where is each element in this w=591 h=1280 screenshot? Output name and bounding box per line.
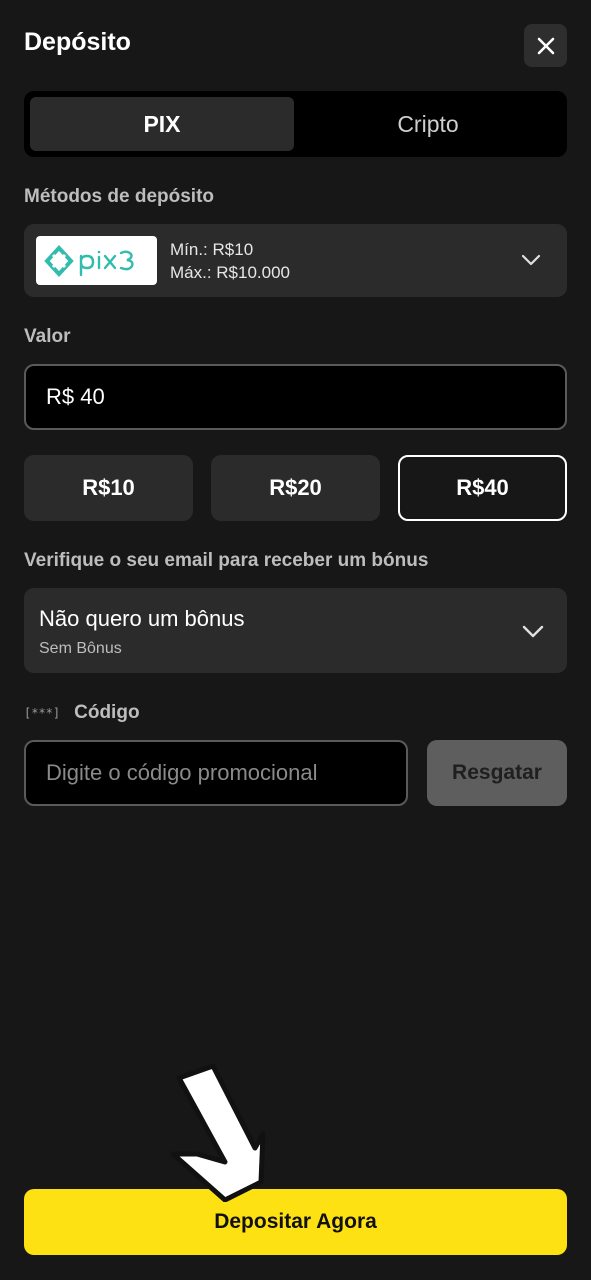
close-icon xyxy=(537,37,554,54)
promo-code-input[interactable]: Digite o código promocional xyxy=(24,740,408,806)
promo-code-label-row: [***] Código xyxy=(24,702,140,724)
tab-cripto[interactable]: Cripto xyxy=(296,97,560,151)
chevron-down-icon xyxy=(521,254,541,266)
bonus-selected-title: Não quero um bônus xyxy=(39,606,245,631)
deposit-methods-label: Métodos de depósito xyxy=(24,186,214,207)
promo-code-label: Código xyxy=(74,702,140,723)
payment-tabs: PIX Cripto xyxy=(24,91,567,157)
bonus-selected-subtitle: Sem Bônus xyxy=(39,640,122,657)
amount-value: R$ 40 xyxy=(46,384,105,409)
min-limit: Mín.: R$10 xyxy=(170,240,254,259)
tab-pix[interactable]: PIX xyxy=(30,97,294,151)
quick-amount-40-button[interactable]: R$40 xyxy=(398,455,567,521)
amount-input[interactable]: R$ 40 xyxy=(24,364,567,430)
deposit-limits: Mín.: R$10 Máx.: R$10.000 xyxy=(170,238,290,284)
amount-label: Valor xyxy=(24,326,71,347)
bonus-select[interactable]: Não quero um bônus Sem Bônus xyxy=(24,588,567,673)
bonus-label: Verifique o seu email para receber um bó… xyxy=(24,550,429,571)
redeem-button[interactable]: Resgatar xyxy=(427,740,567,806)
quick-amount-20-button[interactable]: R$20 xyxy=(211,455,380,521)
page-title: Depósito xyxy=(24,28,131,56)
deposit-now-button[interactable]: Depositar Agora xyxy=(24,1189,567,1255)
chevron-down-icon xyxy=(522,625,544,638)
close-button[interactable] xyxy=(524,24,567,67)
pix-logo xyxy=(36,236,157,285)
deposit-method-select[interactable]: Mín.: R$10 Máx.: R$10.000 xyxy=(24,224,567,297)
quick-amount-10-button[interactable]: R$10 xyxy=(24,455,193,521)
pointer-arrow-icon xyxy=(170,1063,266,1202)
promo-code-placeholder: Digite o código promocional xyxy=(46,760,318,785)
code-icon: [***] xyxy=(24,706,61,720)
deposit-modal: Depósito PIX Cripto Métodos de depósito xyxy=(0,0,591,1280)
max-limit: Máx.: R$10.000 xyxy=(170,263,291,282)
